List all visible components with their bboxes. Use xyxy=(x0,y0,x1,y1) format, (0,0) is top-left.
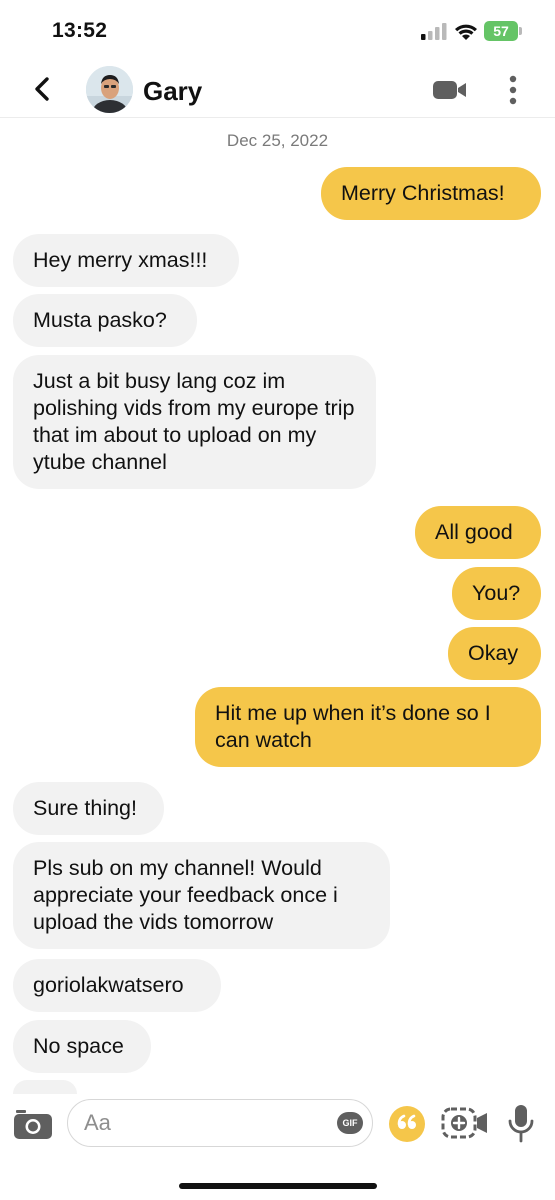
signal-icon xyxy=(421,23,447,40)
more-icon[interactable] xyxy=(503,73,523,107)
chat-header: Gary xyxy=(0,62,555,118)
mic-icon[interactable] xyxy=(507,1103,535,1143)
battery-icon: 57 xyxy=(484,21,518,41)
contact-name[interactable]: Gary xyxy=(143,76,202,107)
message-bubble-partial xyxy=(13,1080,77,1094)
avatar[interactable] xyxy=(86,66,133,113)
status-time: 13:52 xyxy=(52,19,108,42)
camera-icon[interactable] xyxy=(14,1109,52,1139)
message-bubble-outgoing[interactable]: Okay xyxy=(448,627,541,680)
video-call-icon[interactable] xyxy=(432,78,468,102)
message-input[interactable] xyxy=(67,1099,373,1147)
wifi-icon xyxy=(455,24,477,40)
message-bubble-outgoing[interactable]: Hit me up when it’s done so I can watch xyxy=(195,687,541,767)
avatar-picture xyxy=(86,66,133,113)
date-separator: Dec 25, 2022 xyxy=(226,131,329,150)
message-bubble-outgoing[interactable]: You? xyxy=(452,567,541,620)
quote-glyph xyxy=(397,1114,416,1129)
effects-icon[interactable] xyxy=(441,1107,489,1139)
battery-tip xyxy=(519,27,522,35)
message-bubble-incoming[interactable]: Hey merry xmas!!! xyxy=(13,234,239,287)
message-bubble-incoming[interactable]: Musta pasko? xyxy=(13,294,197,347)
message-bubble-incoming[interactable]: Just a bit busy lang coz im polishing vi… xyxy=(13,355,376,489)
gif-icon[interactable]: GIF xyxy=(337,1112,363,1134)
message-bubble-incoming[interactable]: No space xyxy=(13,1020,151,1073)
message-bubble-outgoing[interactable]: Merry Christmas! xyxy=(321,167,541,220)
message-bubble-incoming[interactable]: Pls sub on my channel! Would appreciate … xyxy=(13,842,390,949)
home-indicator xyxy=(179,1183,377,1189)
status-bar: 13:52 57 xyxy=(0,0,555,62)
message-bubble-incoming[interactable]: goriolakwatsero xyxy=(13,959,221,1012)
back-icon[interactable] xyxy=(28,74,56,104)
composer-bar: GIF xyxy=(0,1095,555,1155)
message-bubble-incoming[interactable]: Sure thing! xyxy=(13,782,164,835)
quote-icon[interactable] xyxy=(389,1106,425,1142)
message-bubble-outgoing[interactable]: All good xyxy=(415,506,541,559)
